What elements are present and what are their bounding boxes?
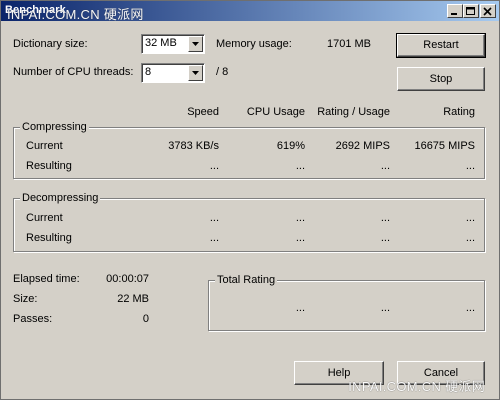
restart-button-label: Restart <box>423 39 459 51</box>
minimize-button[interactable] <box>447 4 463 18</box>
memory-usage-label: Memory usage: <box>216 38 292 50</box>
minimize-icon <box>451 13 457 15</box>
compressing-resulting-cpu: ... <box>295 160 305 172</box>
compressing-current-speed: 3783 KB/s <box>168 140 219 152</box>
compressing-resulting-speed: ... <box>209 160 219 172</box>
close-icon <box>483 7 492 16</box>
decompressing-current-cpu: ... <box>295 212 305 224</box>
dictionary-size-select[interactable]: 32 MB <box>141 34 205 54</box>
total-rating-value-2: ... <box>380 302 390 314</box>
passes-value: 0 <box>142 313 149 325</box>
threads-dropdown-button[interactable] <box>188 65 203 81</box>
size-value: 22 MB <box>117 293 149 305</box>
cpu-usage-column-header: CPU Usage <box>246 106 305 118</box>
decompressing-current-rating: ... <box>465 212 475 224</box>
passes-label: Passes: <box>13 313 53 325</box>
decompressing-resulting-rating-usage: ... <box>380 232 390 244</box>
cpu-threads-label: Number of CPU threads: <box>13 66 134 78</box>
maximize-button[interactable] <box>463 4 479 18</box>
watermark-top: INPAI.COM.CN 硬派网 <box>7 7 144 22</box>
decompressing-resulting-speed: ... <box>209 232 219 244</box>
decompressing-resulting-rating: ... <box>465 232 475 244</box>
total-rating-value-1: ... <box>295 302 305 314</box>
maximize-icon <box>466 7 475 15</box>
compressing-resulting-rating-usage: ... <box>380 160 390 172</box>
chevron-down-icon <box>192 42 199 46</box>
compressing-current-cpu: 619% <box>276 140 305 152</box>
help-button-label: Help <box>327 367 351 379</box>
elapsed-time-value: 00:00:07 <box>106 273 149 285</box>
compressing-group-title: Compressing <box>20 121 89 133</box>
dictionary-size-label: Dictionary size: <box>13 38 88 50</box>
stop-button-label: Stop <box>429 73 453 85</box>
size-label: Size: <box>13 293 38 305</box>
stop-button[interactable]: Stop <box>397 67 485 91</box>
watermark-bottom: INPAI.COM.CN 硬派网 <box>348 379 485 394</box>
decompressing-current-speed: ... <box>209 212 219 224</box>
speed-column-header: Speed <box>187 106 219 118</box>
close-button[interactable] <box>480 4 496 18</box>
cpu-threads-total: / 8 <box>216 66 229 78</box>
decompressing-current-label: Current <box>26 212 63 224</box>
benchmark-window: Benchmark INPAI.COM.CN 硬派网 Dictionary si… <box>0 0 500 400</box>
compressing-current-rating-usage: 2692 MIPS <box>335 140 390 152</box>
compressing-current-rating: 16675 MIPS <box>414 140 475 152</box>
rating-column-header: Rating <box>443 106 475 118</box>
cpu-threads-select[interactable]: 8 <box>141 63 205 83</box>
memory-usage-value: 1701 MB <box>326 38 371 50</box>
decompressing-group-title: Decompressing <box>20 192 101 204</box>
dictionary-dropdown-button[interactable] <box>188 36 203 52</box>
total-rating-value-3: ... <box>465 302 475 314</box>
compressing-resulting-label: Resulting <box>26 160 72 172</box>
compressing-current-label: Current <box>26 140 63 152</box>
decompressing-current-rating-usage: ... <box>380 212 390 224</box>
dictionary-size-value: 32 MB <box>145 37 177 49</box>
compressing-resulting-rating: ... <box>465 160 475 172</box>
rating-usage-column-header: Rating / Usage <box>317 106 390 118</box>
decompressing-resulting-label: Resulting <box>26 232 72 244</box>
decompressing-resulting-cpu: ... <box>295 232 305 244</box>
chevron-down-icon <box>192 71 199 75</box>
elapsed-time-label: Elapsed time: <box>13 273 80 285</box>
total-rating-title: Total Rating <box>215 274 278 286</box>
cpu-threads-value: 8 <box>145 66 152 78</box>
title-bar[interactable]: Benchmark INPAI.COM.CN 硬派网 <box>1 1 499 22</box>
restart-button[interactable]: Restart <box>396 33 486 58</box>
